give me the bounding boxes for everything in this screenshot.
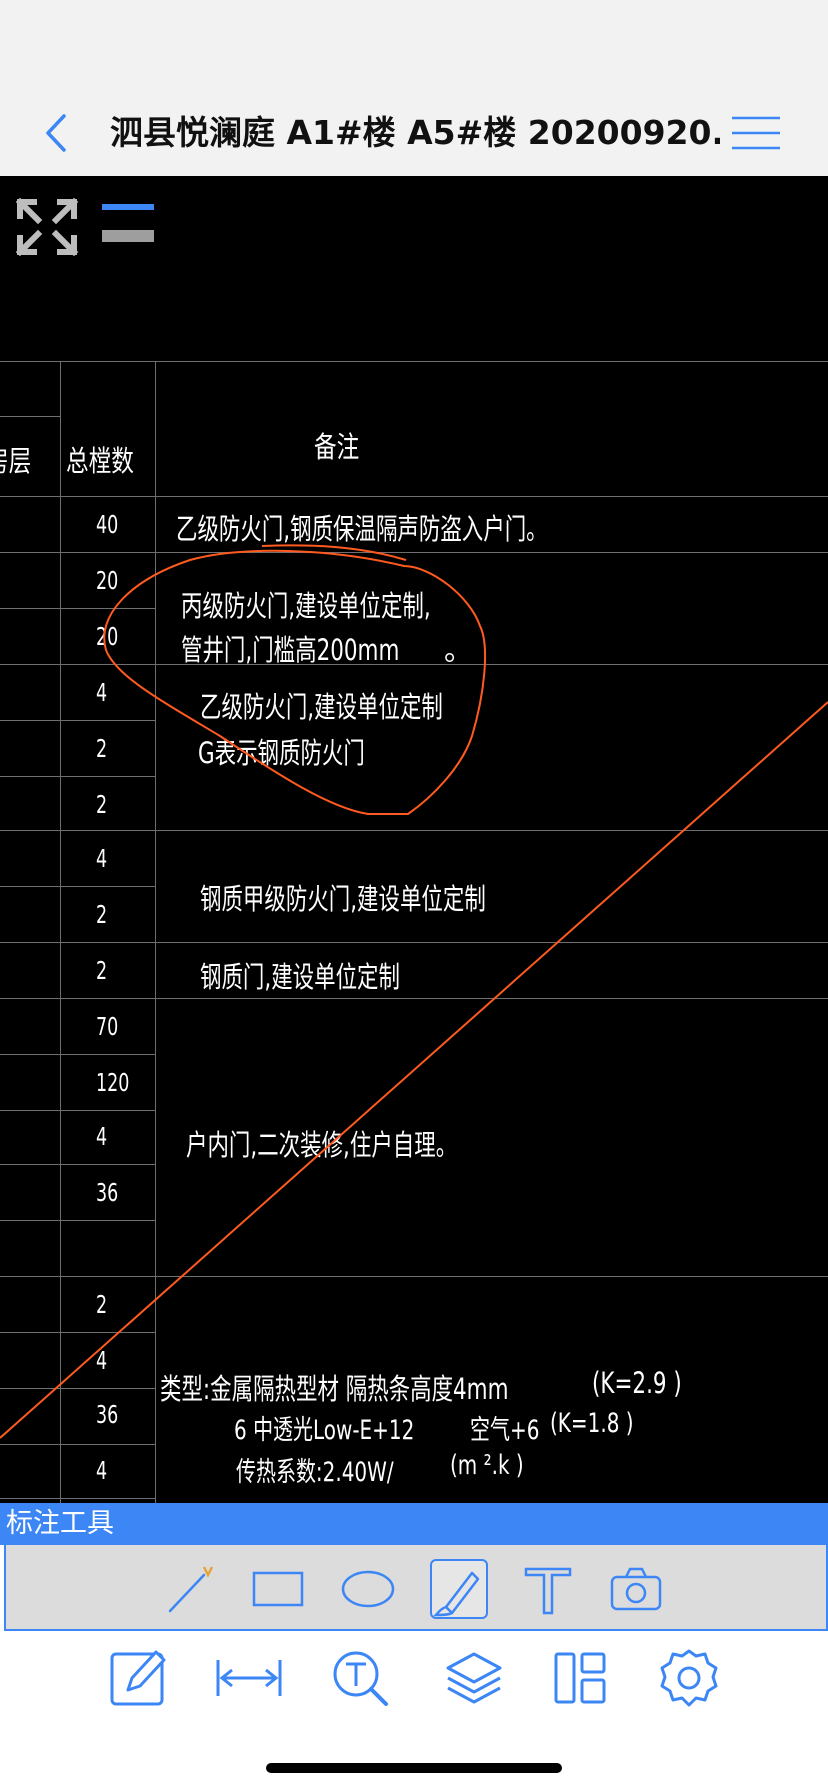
freehand-tool[interactable] (430, 1559, 488, 1619)
layers-button[interactable] (444, 1648, 504, 1708)
camera-tool[interactable] (608, 1561, 664, 1617)
layout-icon (554, 1652, 606, 1704)
rectangle-icon (252, 1571, 304, 1607)
text-search-button[interactable] (330, 1648, 392, 1710)
annotation-tools-label: 标注工具 (6, 1508, 114, 1539)
chevron-left-icon (46, 114, 66, 152)
markup-diagonal-line (0, 701, 828, 1439)
gear-icon (660, 1649, 718, 1707)
measure-distance-icon (216, 1660, 282, 1696)
ellipse-icon (341, 1570, 395, 1608)
document-title: 泗县悦澜庭 A1#楼 A5#楼 20200920... (110, 113, 720, 152)
settings-button[interactable] (658, 1648, 720, 1710)
text-search-icon (333, 1651, 388, 1706)
home-indicator (266, 1763, 562, 1773)
menu-button[interactable] (728, 112, 784, 154)
layout-button[interactable] (552, 1650, 608, 1706)
edit-note-icon (110, 1650, 166, 1706)
ellipse-tool[interactable] (338, 1561, 398, 1617)
pen-line-icon (168, 1566, 214, 1613)
camera-icon (610, 1567, 662, 1611)
annotation-tools-header (0, 1503, 828, 1545)
text-t-icon (524, 1567, 572, 1615)
measure-button[interactable] (214, 1656, 284, 1700)
markup-underline-stroke (261, 544, 407, 561)
annotate-button[interactable] (108, 1646, 170, 1708)
layers-icon (446, 1652, 502, 1704)
line-tool[interactable] (164, 1561, 220, 1617)
annotation-tools-panel (4, 1545, 828, 1631)
rectangle-tool[interactable] (250, 1561, 306, 1617)
drawing-canvas[interactable]: 房层 总樘数 备注 40 20 20 4 2 2 4 2 2 70 120 4 … (0, 176, 828, 1503)
text-tool[interactable] (520, 1561, 576, 1617)
markup-overlay (0, 544, 828, 1439)
back-button[interactable] (36, 108, 76, 158)
hamburger-menu-icon (732, 116, 780, 150)
brush-icon (432, 1571, 480, 1617)
markup-freehand-circle (103, 549, 487, 815)
